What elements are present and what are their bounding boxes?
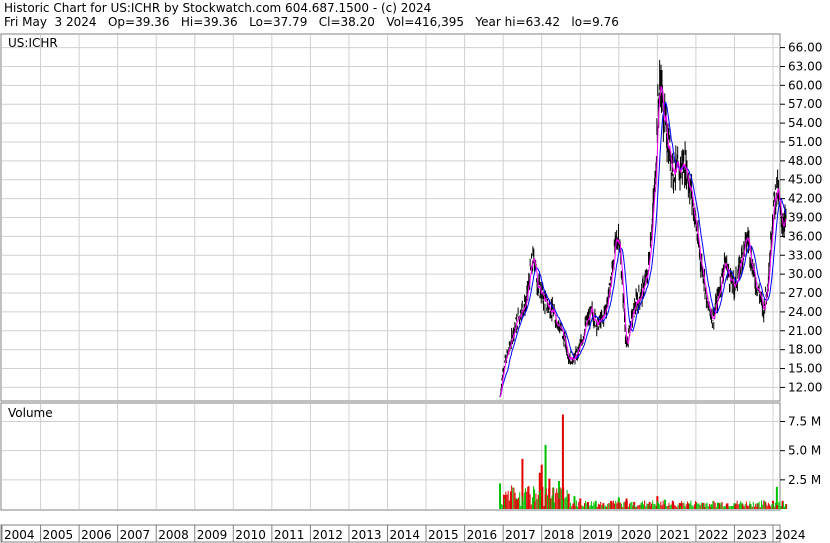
x-tick-label: 2019 [582,528,613,542]
x-tick-label: 2022 [698,528,729,542]
x-tick-label: 2023 [736,528,767,542]
price-y-tick-label: 12.00 [788,380,822,394]
x-tick-label: 2009 [197,528,228,542]
volume-y-axis: 7.5 M 5.0 M 2.5 M [780,415,821,487]
volume-y-tick-label: 2.5 M [788,473,821,487]
price-panel-title: US:ICHR [8,36,58,50]
x-tick-label: 2004 [4,528,35,542]
x-tick-label: 2008 [158,528,189,542]
x-axis: 2004 2005 2006 2007 2008 2009 2010 2011 2012 2013… [1,525,806,542]
price-y-tick-label: 60.00 [788,78,822,92]
x-tick-label: 2010 [235,528,266,542]
x-tick-label: 2024 [775,528,806,542]
x-tick-label: 2011 [274,528,305,542]
x-tick-label: 2013 [351,528,382,542]
price-y-tick-label: 36.00 [788,229,822,243]
price-y-tick-label: 27.00 [788,286,822,300]
stock-chart: US:ICHR 66.00 63.00 60.00 57.00 54.00 51.00 48… [0,33,822,543]
volume-panel-title: Volume [8,406,53,420]
price-y-tick-label: 15.00 [788,362,822,376]
price-y-tick-label: 51.00 [788,135,822,149]
price-y-tick-label: 57.00 [788,97,822,111]
price-y-tick-label: 42.00 [788,192,822,206]
price-y-tick-label: 45.00 [788,173,822,187]
price-y-tick-label: 30.00 [788,267,822,281]
volume-y-tick-label: 7.5 M [788,415,821,429]
x-tick-label: 2016 [467,528,498,542]
price-y-tick-label: 18.00 [788,343,822,357]
x-tick-label: 2021 [659,528,690,542]
x-tick-label: 2007 [120,528,151,542]
x-tick-label: 2012 [312,528,343,542]
x-tick-label: 2017 [505,528,536,542]
price-y-tick-label: 63.00 [788,59,822,73]
price-y-tick-label: 48.00 [788,154,822,168]
x-tick-label: 2015 [428,528,459,542]
price-y-tick-label: 54.00 [788,116,822,130]
volume-y-tick-label: 5.0 M [788,444,821,458]
x-tick-label: 2006 [81,528,112,542]
price-y-tick-label: 39.00 [788,211,822,225]
price-y-tick-label: 33.00 [788,248,822,262]
x-tick-label: 2014 [390,528,421,542]
price-y-tick-label: 24.00 [788,305,822,319]
x-tick-label: 2018 [544,528,575,542]
x-tick-label: 2005 [43,528,74,542]
price-y-tick-label: 21.00 [788,324,822,338]
price-y-tick-label: 66.00 [788,41,822,55]
x-tick-label: 2020 [621,528,652,542]
